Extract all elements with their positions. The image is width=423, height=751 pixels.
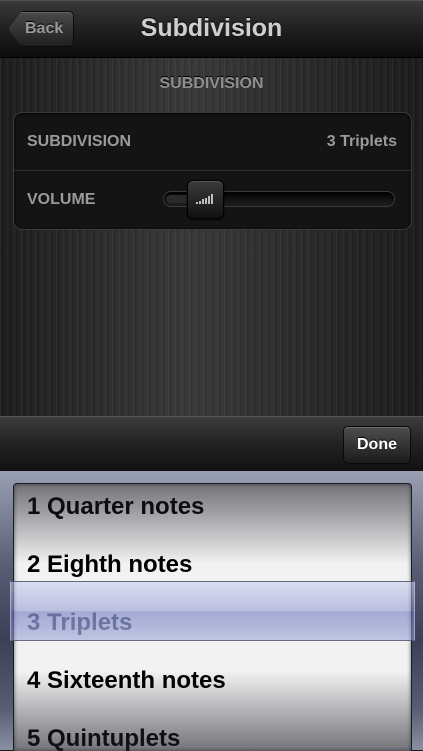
picker-option[interactable]: 2 Eighth notes bbox=[14, 536, 411, 594]
subdivision-label: SUBDIVISION bbox=[27, 133, 132, 150]
picker-option[interactable]: 4 Sixteenth notes bbox=[14, 652, 411, 710]
picker-option[interactable]: 1 Quarter notes bbox=[14, 484, 411, 536]
picker-option[interactable]: 5 Quintuplets bbox=[14, 710, 411, 751]
settings-panel: SUBDIVISION SUBDIVISION 3 Triplets VOLUM… bbox=[0, 58, 423, 416]
subdivision-row[interactable]: SUBDIVISION 3 Triplets bbox=[14, 113, 411, 171]
volume-slider-thumb[interactable] bbox=[187, 180, 224, 219]
picker-wheel[interactable]: 1 Quarter notes 2 Eighth notes 3 Triplet… bbox=[13, 483, 412, 751]
volume-label: VOLUME bbox=[27, 191, 96, 208]
volume-bars-icon bbox=[196, 194, 216, 204]
picker-toolbar: Done bbox=[0, 416, 423, 472]
done-button[interactable]: Done bbox=[343, 426, 411, 464]
picker-option-selected[interactable]: 3 Triplets bbox=[14, 594, 411, 652]
navigation-bar: Back Subdivision bbox=[0, 0, 423, 58]
subdivision-value: 3 Triplets bbox=[326, 133, 397, 150]
settings-group: SUBDIVISION 3 Triplets VOLUME bbox=[13, 112, 412, 230]
subdivision-picker: 1 Quarter notes 2 Eighth notes 3 Triplet… bbox=[0, 471, 423, 751]
volume-row: VOLUME bbox=[14, 171, 411, 228]
section-header: SUBDIVISION bbox=[159, 75, 264, 92]
page-title: Subdivision bbox=[140, 14, 283, 42]
